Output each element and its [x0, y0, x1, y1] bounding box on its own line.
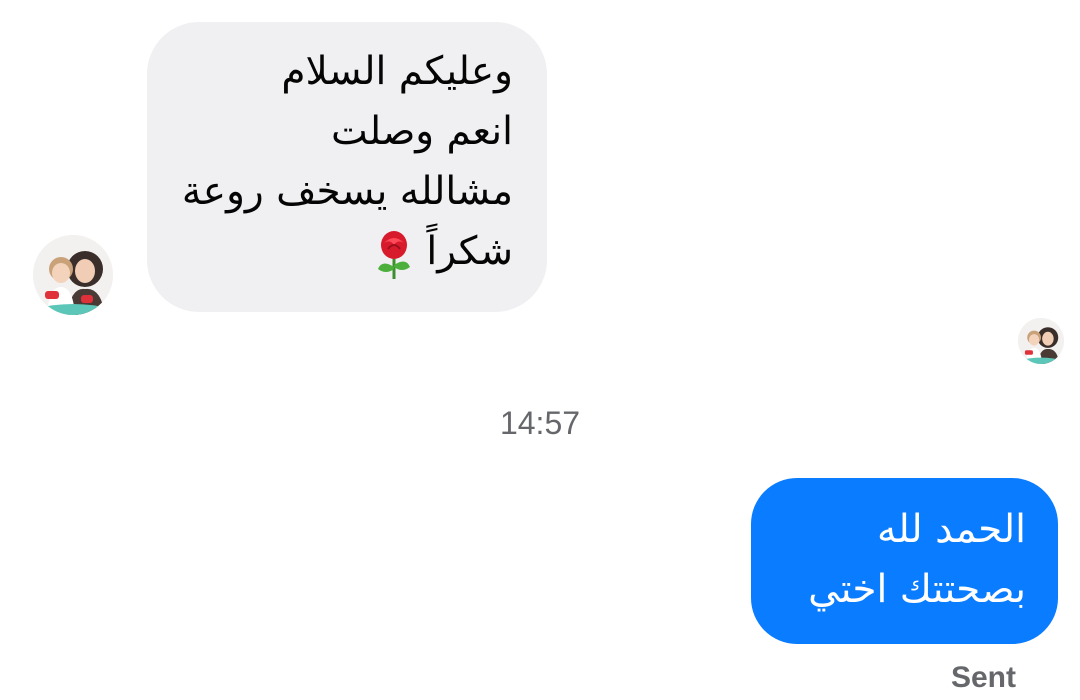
- delivery-status: Sent: [950, 661, 1016, 694]
- received-message-bubble[interactable]: وعليكم السلام انعم وصلت مشالله يسخف روعة…: [147, 22, 547, 312]
- chat-thread: وعليكم السلام انعم وصلت مشالله يسخف روعة…: [0, 0, 1080, 700]
- message-line: وعليكم السلام: [281, 49, 513, 94]
- message-line: مشالله يسخف روعة: [181, 169, 513, 214]
- read-receipt-avatar: [1018, 318, 1064, 364]
- message-timestamp: 14:57: [499, 405, 581, 441]
- message-line-with-emoji: شكراً: [167, 222, 513, 282]
- message-line: شكراً: [426, 229, 513, 274]
- rose-icon: [372, 229, 416, 279]
- avatar-photo-icon: [33, 235, 113, 315]
- message-line: انعم وصلت: [330, 109, 513, 154]
- sent-message-bubble[interactable]: الحمد لله بصحتتك اختي: [751, 478, 1058, 644]
- avatar-photo-icon: [1018, 318, 1064, 364]
- contact-avatar[interactable]: [33, 235, 113, 315]
- message-line: بصحتتك اختي: [808, 567, 1026, 612]
- message-line: الحمد لله: [876, 507, 1026, 552]
